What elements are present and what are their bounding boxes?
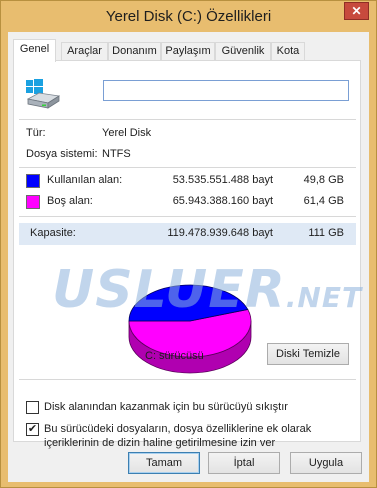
watermark-suffix: .NET	[285, 281, 363, 314]
used-color-swatch	[26, 174, 40, 188]
tab-paylasim[interactable]: Paylaşım	[161, 42, 215, 61]
separator	[19, 167, 356, 168]
index-checkbox[interactable]: ✔	[26, 423, 39, 436]
apply-button[interactable]: Uygula	[290, 452, 362, 474]
disk-usage-pie-chart	[128, 284, 252, 374]
cancel-button[interactable]: İptal	[208, 452, 280, 474]
tab-araclar[interactable]: Araçlar	[61, 42, 108, 61]
separator	[19, 379, 356, 380]
free-label: Boş alan:	[47, 195, 93, 207]
used-bytes: 53.535.551.488 bayt	[172, 174, 273, 186]
tab-genel[interactable]: Genel	[13, 39, 56, 62]
separator	[19, 119, 356, 120]
index-label-line1[interactable]: Bu sürücüdeki dosyaların, dosya özellikl…	[44, 423, 311, 436]
index-label-line2[interactable]: içeriklerinin de dizin haline getirilmes…	[44, 437, 275, 450]
filesystem-value: NTFS	[102, 148, 131, 160]
drive-letter-label: C: sürücüsü	[145, 350, 204, 362]
properties-window: Yerel Disk (C:) Özellikleri ✕ Genel Araç…	[0, 0, 377, 488]
tab-guvenlik[interactable]: Güvenlik	[215, 42, 271, 61]
ok-button[interactable]: Tamam	[128, 452, 200, 474]
tab-kota[interactable]: Kota	[271, 42, 305, 61]
capacity-size: 111 GB	[308, 227, 344, 239]
capacity-bytes: 119.478.939.648 bayt	[167, 227, 273, 239]
hard-drive-icon	[26, 79, 61, 109]
capacity-row: Kapasite: 119.478.939.648 bayt 111 GB	[19, 223, 356, 245]
window-title: Yerel Disk (C:) Özellikleri	[105, 8, 272, 25]
close-button[interactable]: ✕	[344, 2, 369, 20]
separator	[19, 216, 356, 217]
type-label: Tür:	[26, 127, 46, 139]
used-size: 49,8 GB	[303, 174, 344, 186]
type-value: Yerel Disk	[102, 127, 152, 139]
free-bytes: 65.943.388.160 bayt	[172, 195, 273, 207]
tab-donanim[interactable]: Donanım	[108, 42, 161, 61]
windows-logo-icon	[26, 79, 43, 94]
free-size: 61,4 GB	[303, 195, 344, 207]
compress-label[interactable]: Disk alanından kazanmak için bu sürücüyü…	[44, 401, 288, 414]
general-panel: Tür: Yerel Disk Dosya sistemi: NTFS Kull…	[13, 60, 363, 449]
title-bar[interactable]: Yerel Disk (C:) Özellikleri ✕	[1, 1, 376, 32]
filesystem-label: Dosya sistemi:	[26, 148, 98, 160]
used-label: Kullanılan alan:	[47, 174, 123, 186]
compress-checkbox[interactable]	[26, 401, 39, 414]
drive-name-input[interactable]	[103, 80, 349, 101]
disk-cleanup-button[interactable]: Diski Temizle	[267, 343, 349, 365]
dialog-client: Genel Araçlar Donanım Paylaşım Güvenlik …	[8, 32, 369, 482]
free-color-swatch	[26, 195, 40, 209]
capacity-label: Kapasite:	[30, 227, 76, 239]
